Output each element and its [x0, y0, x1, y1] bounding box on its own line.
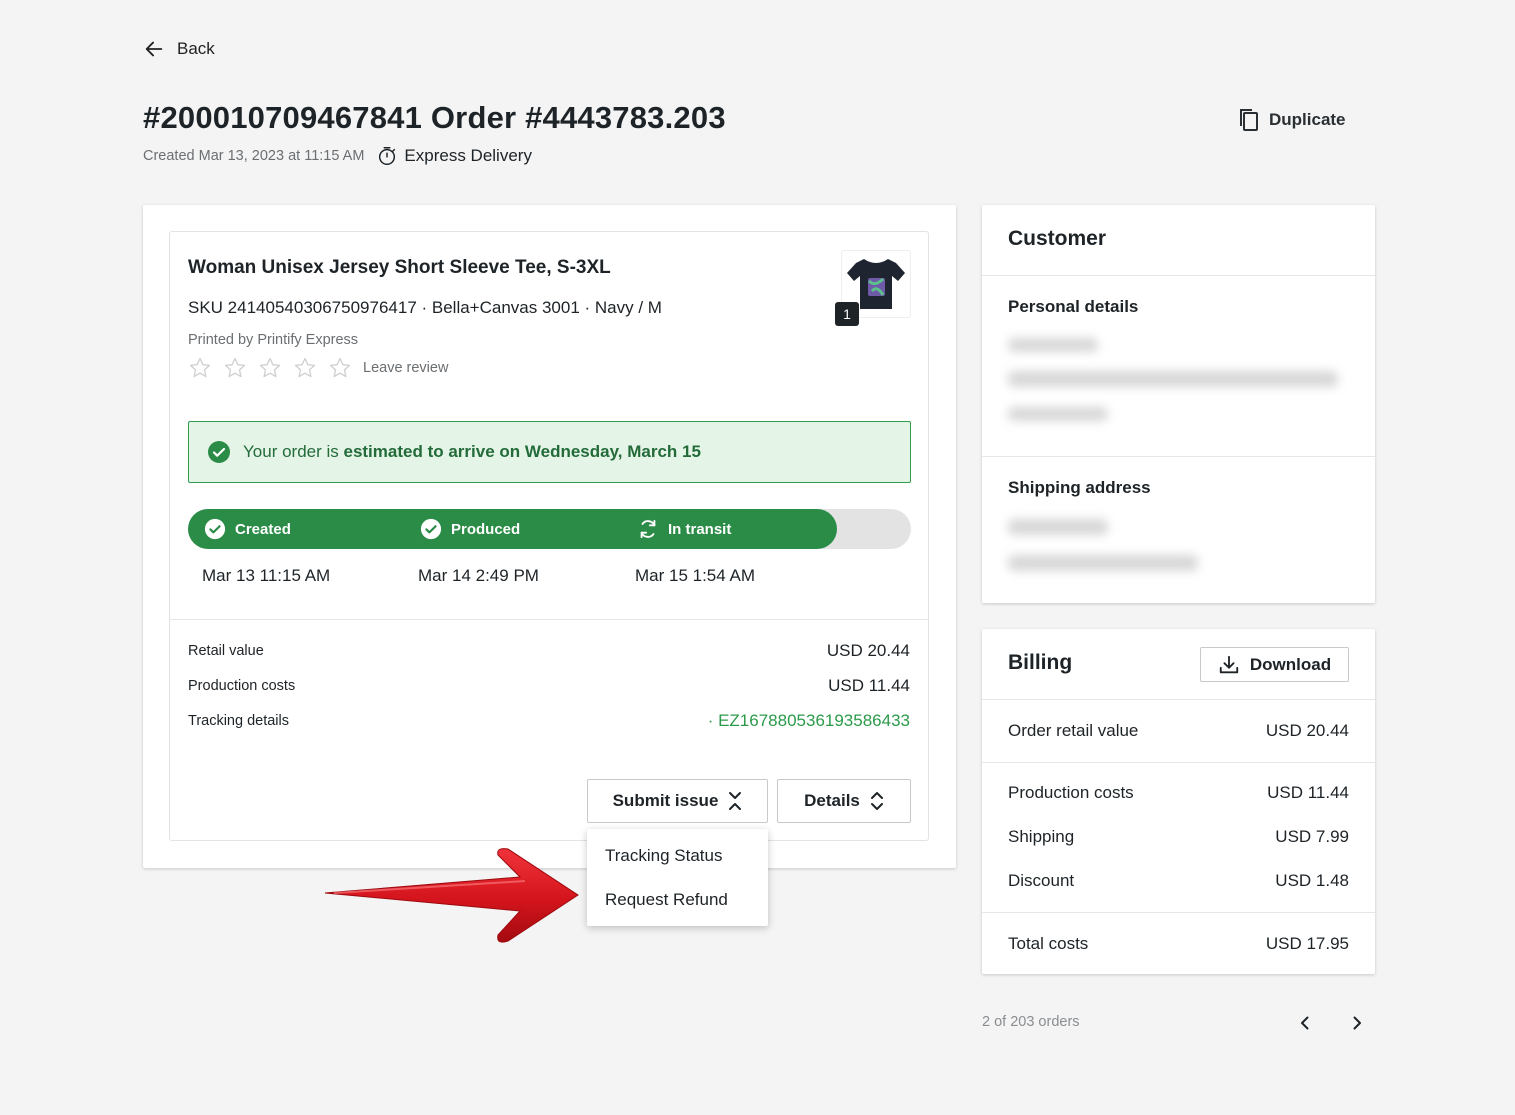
order-item-card: Woman Unisex Jersey Short Sleeve Tee, S-…: [143, 205, 956, 868]
estimate-prefix: Your order is: [243, 442, 344, 461]
redacted-name: [1008, 338, 1098, 352]
divider: [982, 912, 1375, 913]
retail-value: USD 20.44: [826, 641, 910, 660]
annotation-arrow-icon: [324, 848, 579, 943]
star-icon[interactable]: [188, 356, 212, 380]
divider: [982, 456, 1375, 457]
personal-details-heading: Personal details: [1008, 297, 1139, 316]
step-label: Created: [235, 520, 291, 538]
star-icon[interactable]: [223, 356, 247, 380]
divider: [170, 619, 928, 620]
total-costs-label: Total costs: [1008, 934, 1089, 953]
billing-title: Billing: [1008, 651, 1073, 674]
chevron-left-icon: [1301, 1016, 1309, 1030]
created-date: Created Mar 13, 2023 at 11:15 AM: [143, 148, 365, 164]
back-label: Back: [177, 39, 215, 58]
step-produced: Produced: [420, 509, 520, 549]
star-icon[interactable]: [258, 356, 282, 380]
billing-production-value: USD 11.44: [1267, 783, 1349, 802]
printed-by: Printed by Printify Express: [188, 332, 359, 348]
download-label: Download: [1249, 654, 1332, 674]
discount-value: USD 1.48: [1275, 871, 1349, 890]
page-title: #200010709467841 Order #4443783.203: [143, 100, 726, 135]
shipping-address-heading: Shipping address: [1008, 478, 1151, 497]
duplicate-button[interactable]: Duplicate: [1237, 107, 1346, 133]
product-title: Woman Unisex Jersey Short Sleeve Tee, S-…: [188, 257, 611, 278]
order-subtitle: Created Mar 13, 2023 at 11:15 AM Express…: [143, 145, 532, 167]
details-label: Details: [804, 791, 860, 810]
prev-order-button[interactable]: [1292, 1010, 1318, 1036]
chevron-right-icon: [1353, 1016, 1361, 1030]
retail-value-label: Retail value: [188, 643, 264, 659]
stopwatch-icon: [379, 147, 396, 165]
divider: [982, 762, 1375, 763]
product-sku: SKU 24140540306750976417 · Bella+Canvas …: [188, 298, 662, 317]
copy-icon: [1240, 109, 1258, 131]
leave-review-link[interactable]: Leave review: [363, 360, 448, 376]
redacted-address-line: [1008, 555, 1198, 571]
rating-stars: Leave review: [188, 356, 448, 380]
menu-item-tracking-status[interactable]: Tracking Status: [605, 846, 722, 866]
redacted-email: [1008, 371, 1338, 387]
menu-item-request-refund[interactable]: Request Refund: [605, 890, 728, 910]
step-label: In transit: [668, 520, 732, 538]
pager-count: 2 of 203 orders: [982, 1014, 1080, 1030]
check-circle-icon: [420, 518, 442, 540]
order-progress-bar: Created Produced In transit: [188, 509, 911, 549]
step-date-in-transit: Mar 15 1:54 AM: [635, 566, 756, 585]
step-date-created: Mar 13 11:15 AM: [202, 566, 331, 585]
check-circle-icon: [208, 441, 230, 463]
submit-issue-button[interactable]: Submit issue: [587, 779, 768, 823]
expand-icon: [870, 792, 883, 810]
shipping-value: USD 7.99: [1275, 827, 1349, 846]
download-icon: [1219, 655, 1239, 673]
star-icon[interactable]: [293, 356, 317, 380]
redacted-address-line: [1008, 519, 1108, 535]
divider: [982, 699, 1375, 700]
duplicate-label: Duplicate: [1269, 110, 1346, 129]
step-label: Produced: [451, 520, 521, 538]
order-retail-label: Order retail value: [1008, 721, 1139, 740]
order-item-panel: Woman Unisex Jersey Short Sleeve Tee, S-…: [169, 231, 929, 841]
step-created: Created: [204, 509, 291, 549]
submit-issue-label: Submit issue: [612, 791, 719, 810]
estimate-banner: Your order is estimated to arrive on Wed…: [188, 421, 911, 483]
shipping-label: Shipping: [1008, 827, 1075, 846]
discount-label: Discount: [1008, 871, 1075, 890]
billing-production-label: Production costs: [1008, 783, 1134, 802]
step-in-transit: In transit: [637, 509, 731, 549]
redacted-phone: [1008, 407, 1108, 421]
sync-icon: [640, 519, 656, 539]
delivery-label: Express Delivery: [404, 146, 532, 165]
details-button[interactable]: Details: [777, 779, 911, 823]
next-order-button[interactable]: [1344, 1010, 1370, 1036]
customer-title: Customer: [1008, 227, 1107, 250]
production-costs-label: Production costs: [188, 678, 296, 694]
tracking-details-label: Tracking details: [188, 713, 290, 729]
express-delivery: Express Delivery: [376, 145, 532, 167]
collapse-icon: [729, 792, 742, 810]
divider: [982, 275, 1375, 276]
quantity-badge: 1: [835, 302, 859, 326]
estimate-text: Your order is estimated to arrive on Wed…: [243, 442, 701, 462]
estimate-date: estimated to arrive on Wednesday, March …: [343, 442, 701, 461]
tracking-number-link[interactable]: · EZ167880536193586433: [708, 711, 910, 731]
production-costs-value: USD 11.44: [828, 676, 910, 695]
arrow-left-icon: [145, 41, 163, 57]
star-icon[interactable]: [328, 356, 352, 380]
back-link[interactable]: Back: [143, 38, 215, 60]
billing-card: Billing Download Order retail value USD …: [982, 629, 1375, 974]
step-date-produced: Mar 14 2:49 PM: [418, 566, 539, 585]
submit-issue-menu: Tracking Status Request Refund: [587, 829, 768, 926]
customer-card: Customer Personal details Shipping addre…: [982, 205, 1375, 603]
check-circle-icon: [204, 518, 226, 540]
order-retail-value: USD 20.44: [1265, 721, 1349, 740]
total-costs-value: USD 17.95: [1265, 934, 1349, 953]
download-button[interactable]: Download: [1200, 647, 1349, 682]
